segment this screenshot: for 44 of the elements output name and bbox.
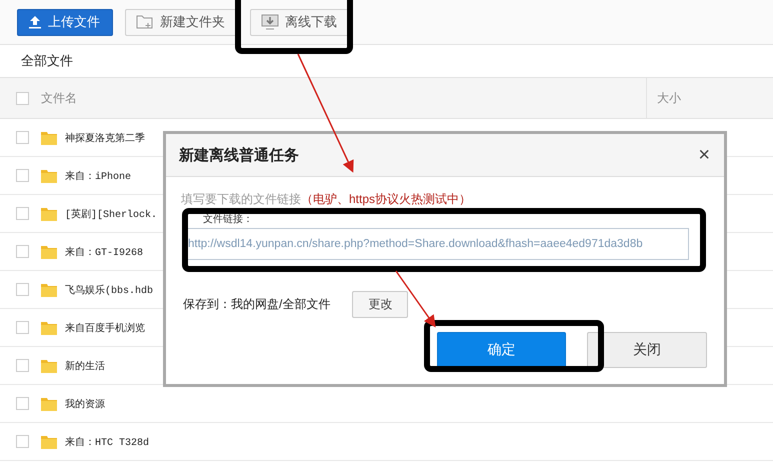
file-name[interactable]: 来自：iPhone (65, 168, 132, 182)
file-name[interactable]: 飞鸟娱乐(bbs.hdb (65, 282, 154, 296)
row-checkbox[interactable] (16, 207, 29, 220)
upload-icon (28, 15, 42, 29)
file-name[interactable]: 神探夏洛克第二季 (65, 130, 145, 144)
close-button[interactable]: × (698, 144, 710, 166)
save-location: 保存到：我的网盘/全部文件 (183, 296, 330, 313)
select-all-checkbox[interactable] (16, 92, 29, 104)
toolbar-button[interactable]: 离线下载 (250, 8, 350, 36)
folder-plus-icon (136, 14, 154, 30)
dialog-title: 新建离线普通任务 (179, 146, 299, 164)
file-name[interactable]: [英剧][Sherlock. (65, 206, 158, 220)
upload-button[interactable]: 上传文件 (17, 8, 113, 36)
change-button[interactable]: 更改 (352, 291, 408, 318)
row-checkbox[interactable] (16, 283, 29, 296)
folder-icon (41, 168, 57, 182)
row-checkbox[interactable] (16, 245, 29, 258)
row-checkbox[interactable] (16, 321, 29, 334)
folder-icon (41, 320, 57, 334)
breadcrumb[interactable]: 全部文件 (21, 52, 73, 70)
field-label: 文件链接： (202, 213, 254, 226)
file-name[interactable]: 来自：GT-I9268 (65, 244, 144, 258)
row-checkbox[interactable] (16, 169, 29, 182)
close-dialog-button[interactable]: 关闭 (587, 332, 707, 368)
folder-icon (41, 434, 57, 448)
hint-text: 填写要下载的文件链接（电驴、https协议火热测试中） (181, 191, 472, 208)
download-icon (261, 14, 279, 30)
file-name[interactable]: 新的生活 (65, 358, 105, 372)
row-checkbox[interactable] (16, 435, 29, 448)
file-name[interactable]: 我的资源 (65, 396, 105, 410)
row-checkbox[interactable] (16, 131, 29, 144)
confirm-button[interactable]: 确定 (437, 332, 566, 368)
folder-icon (41, 396, 57, 410)
folder-icon (41, 130, 57, 144)
folder-icon (41, 282, 57, 296)
toolbar-button[interactable]: 新建文件夹 (125, 8, 238, 36)
folder-icon (41, 244, 57, 258)
folder-icon (41, 206, 57, 220)
file-name[interactable]: 来自百度手机浏览 (65, 320, 145, 334)
file-name[interactable]: 来自：HTC T328d (65, 434, 150, 448)
row-checkbox[interactable] (16, 359, 29, 372)
annotation-arrow (395, 270, 436, 328)
row-checkbox[interactable] (16, 397, 29, 410)
folder-icon (41, 358, 57, 372)
